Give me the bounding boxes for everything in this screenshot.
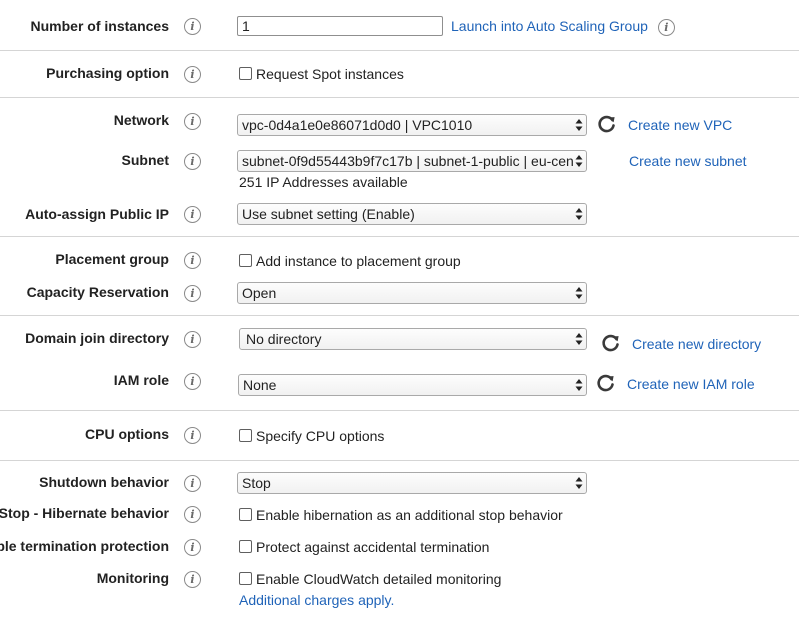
network-select[interactable]: vpc-0d4a1e0e86071d0d0 | VPC1010 xyxy=(237,114,587,136)
launch-auto-scaling-link[interactable]: Launch into Auto Scaling Group xyxy=(451,18,648,34)
info-icon[interactable]: i xyxy=(184,252,201,269)
section-divider xyxy=(0,460,799,461)
info-icon[interactable]: i xyxy=(184,331,201,348)
shutdown-behavior-select[interactable]: Stop xyxy=(237,472,587,494)
cpu-options-checkbox-row[interactable]: Specify CPU options xyxy=(239,428,384,444)
placement-group-checkbox-label: Add instance to placement group xyxy=(256,253,461,269)
network-select-value: vpc-0d4a1e0e86071d0d0 | VPC1010 xyxy=(242,117,473,133)
cpu-options-label: CPU options xyxy=(85,426,169,442)
hibernate-checkbox[interactable] xyxy=(239,508,252,521)
domain-join-directory-label: Domain join directory xyxy=(25,330,169,346)
capacity-reservation-select[interactable]: Open xyxy=(237,282,587,304)
termination-protection-checkbox-label: Protect against accidental termination xyxy=(256,539,490,555)
subnet-select-value: subnet-0f9d55443b9f7c17b | subnet-1-publ… xyxy=(242,153,574,169)
info-icon[interactable]: i xyxy=(184,427,201,444)
create-new-iam-role-link[interactable]: Create new IAM role xyxy=(627,376,755,392)
info-icon[interactable]: i xyxy=(184,506,201,523)
section-divider xyxy=(0,236,799,237)
info-icon[interactable]: i xyxy=(184,153,201,170)
auto-scaling-group: Launch into Auto Scaling Group i xyxy=(451,18,675,36)
create-new-directory-link[interactable]: Create new directory xyxy=(632,336,761,352)
shutdown-behavior-label: Shutdown behavior xyxy=(39,474,169,490)
auto-assign-public-ip-value: Use subnet setting (Enable) xyxy=(242,206,415,222)
select-arrows-icon xyxy=(575,153,583,169)
domain-join-directory-value: No directory xyxy=(246,331,322,347)
hibernate-checkbox-row[interactable]: Enable hibernation as an additional stop… xyxy=(239,507,563,523)
monitoring-checkbox-label: Enable CloudWatch detailed monitoring xyxy=(256,571,502,587)
iam-role-select[interactable]: None xyxy=(238,374,587,396)
cpu-options-checkbox[interactable] xyxy=(239,429,252,442)
info-icon[interactable]: i xyxy=(184,66,201,83)
info-icon[interactable]: i xyxy=(184,18,201,35)
auto-assign-public-ip-select[interactable]: Use subnet setting (Enable) xyxy=(237,203,587,225)
placement-group-checkbox-row[interactable]: Add instance to placement group xyxy=(239,253,461,269)
refresh-icon[interactable] xyxy=(596,373,616,393)
section-divider xyxy=(0,97,799,98)
info-icon[interactable]: i xyxy=(184,206,201,223)
info-icon[interactable]: i xyxy=(657,18,675,36)
section-divider xyxy=(0,410,799,411)
domain-join-directory-select[interactable]: No directory xyxy=(239,328,587,350)
info-icon[interactable]: i xyxy=(184,373,201,390)
section-divider xyxy=(0,50,799,51)
request-spot-label: Request Spot instances xyxy=(256,66,404,82)
create-new-subnet-link[interactable]: Create new subnet xyxy=(629,153,747,169)
capacity-reservation-label: Capacity Reservation xyxy=(26,284,169,300)
iam-role-value: None xyxy=(243,377,277,393)
request-spot-checkbox[interactable] xyxy=(239,67,252,80)
number-of-instances-label: Number of instances xyxy=(30,18,169,34)
refresh-icon[interactable] xyxy=(601,333,621,353)
stop-hibernate-behavior-label: Stop - Hibernate behavior xyxy=(0,505,169,521)
additional-charges-link[interactable]: Additional charges apply. xyxy=(239,592,394,608)
iam-role-label: IAM role xyxy=(113,372,169,388)
create-new-vpc-link[interactable]: Create new VPC xyxy=(628,117,732,133)
capacity-reservation-value: Open xyxy=(242,285,277,301)
placement-group-checkbox[interactable] xyxy=(239,254,252,267)
subnet-label: Subnet xyxy=(121,152,169,168)
monitoring-label: Monitoring xyxy=(96,570,169,586)
ip-addresses-available: 251 IP Addresses available xyxy=(239,174,408,190)
info-icon[interactable]: i xyxy=(184,285,201,302)
select-arrows-icon xyxy=(575,377,583,393)
select-arrows-icon xyxy=(575,475,583,491)
number-of-instances-input[interactable] xyxy=(237,16,443,36)
select-arrows-icon xyxy=(575,206,583,222)
info-icon[interactable]: i xyxy=(184,571,201,588)
request-spot-checkbox-row[interactable]: Request Spot instances xyxy=(239,66,404,82)
placement-group-label: Placement group xyxy=(55,251,169,267)
section-divider xyxy=(0,315,799,316)
cpu-options-checkbox-label: Specify CPU options xyxy=(256,428,385,444)
hibernate-checkbox-label: Enable hibernation as an additional stop… xyxy=(256,507,563,523)
select-arrows-icon xyxy=(575,331,583,347)
shutdown-behavior-value: Stop xyxy=(242,475,271,491)
refresh-icon[interactable] xyxy=(597,114,617,134)
monitoring-checkbox-row[interactable]: Enable CloudWatch detailed monitoring xyxy=(239,571,501,587)
monitoring-checkbox[interactable] xyxy=(239,572,252,585)
termination-protection-checkbox[interactable] xyxy=(239,540,252,553)
select-arrows-icon xyxy=(575,117,583,133)
info-icon[interactable]: i xyxy=(184,113,201,130)
network-label: Network xyxy=(113,112,169,128)
subnet-select[interactable]: subnet-0f9d55443b9f7c17b | subnet-1-publ… xyxy=(237,150,587,172)
auto-assign-public-ip-label: Auto-assign Public IP xyxy=(25,206,169,222)
select-arrows-icon xyxy=(575,285,583,301)
purchasing-option-label: Purchasing option xyxy=(46,65,169,81)
info-icon[interactable]: i xyxy=(184,539,201,556)
info-icon[interactable]: i xyxy=(184,475,201,492)
termination-protection-label: Enable termination protection xyxy=(0,538,169,554)
termination-protection-checkbox-row[interactable]: Protect against accidental termination xyxy=(239,539,489,555)
